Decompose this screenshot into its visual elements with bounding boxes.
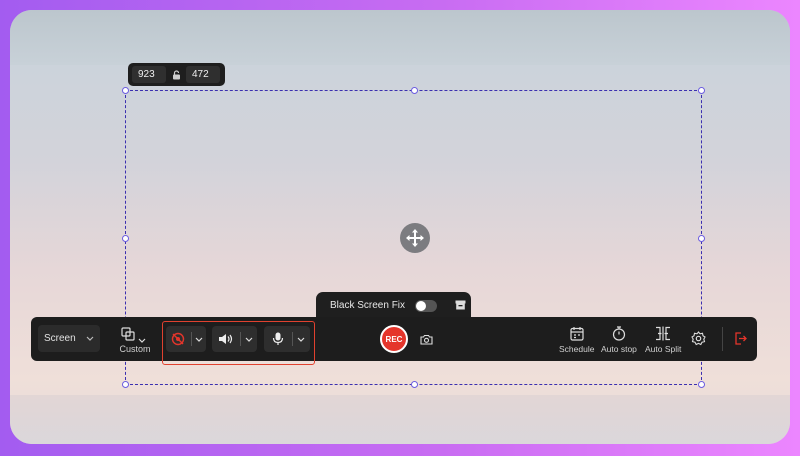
lock-icon[interactable] xyxy=(170,69,182,80)
record-button[interactable]: REC xyxy=(380,325,408,353)
calendar-icon xyxy=(570,327,584,341)
auto-split-label: Auto Split xyxy=(645,344,682,354)
move-icon[interactable] xyxy=(400,223,430,253)
source-select[interactable]: Screen xyxy=(38,325,100,352)
resize-handle-top[interactable] xyxy=(411,87,418,94)
resize-handle-right[interactable] xyxy=(698,235,705,242)
divider xyxy=(722,327,723,351)
black-screen-fix-toggle[interactable] xyxy=(415,299,438,312)
schedule-button[interactable]: Schedule xyxy=(559,326,594,354)
archive-icon[interactable] xyxy=(455,297,466,315)
resize-handle-bottom[interactable] xyxy=(411,381,418,388)
gear-icon[interactable] xyxy=(691,331,706,351)
recording-toolbar: Screen Custom REC Schedule Auto stop Aut… xyxy=(31,317,757,361)
auto-stop-button[interactable]: Auto stop xyxy=(601,326,637,354)
resize-handle-bottom-left[interactable] xyxy=(122,381,129,388)
resize-handle-left[interactable] xyxy=(122,235,129,242)
resize-handle-top-right[interactable] xyxy=(698,87,705,94)
record-button-label: REC xyxy=(385,334,403,344)
area-mode-label: Custom xyxy=(119,344,151,354)
black-screen-fix-label: Black Screen Fix xyxy=(330,300,406,311)
resize-handle-bottom-right[interactable] xyxy=(698,381,705,388)
area-mode-button[interactable]: Custom xyxy=(115,325,155,359)
source-select-value: Screen xyxy=(44,333,76,344)
auto-stop-label: Auto stop xyxy=(601,344,637,354)
schedule-label: Schedule xyxy=(559,344,595,354)
highlight-box xyxy=(162,321,315,365)
width-input[interactable]: 923 xyxy=(132,66,166,83)
dimension-bar: 923 472 xyxy=(128,63,225,86)
timer-icon xyxy=(612,326,626,341)
black-screen-fix-panel: Black Screen Fix xyxy=(316,292,471,319)
height-input[interactable]: 472 xyxy=(186,66,220,83)
chevron-down-icon xyxy=(86,336,94,341)
resize-handle-top-left[interactable] xyxy=(122,87,129,94)
auto-split-button[interactable]: Auto Split xyxy=(645,326,681,354)
exit-icon[interactable] xyxy=(734,332,747,350)
camera-icon[interactable] xyxy=(420,332,434,346)
split-icon xyxy=(656,326,671,341)
